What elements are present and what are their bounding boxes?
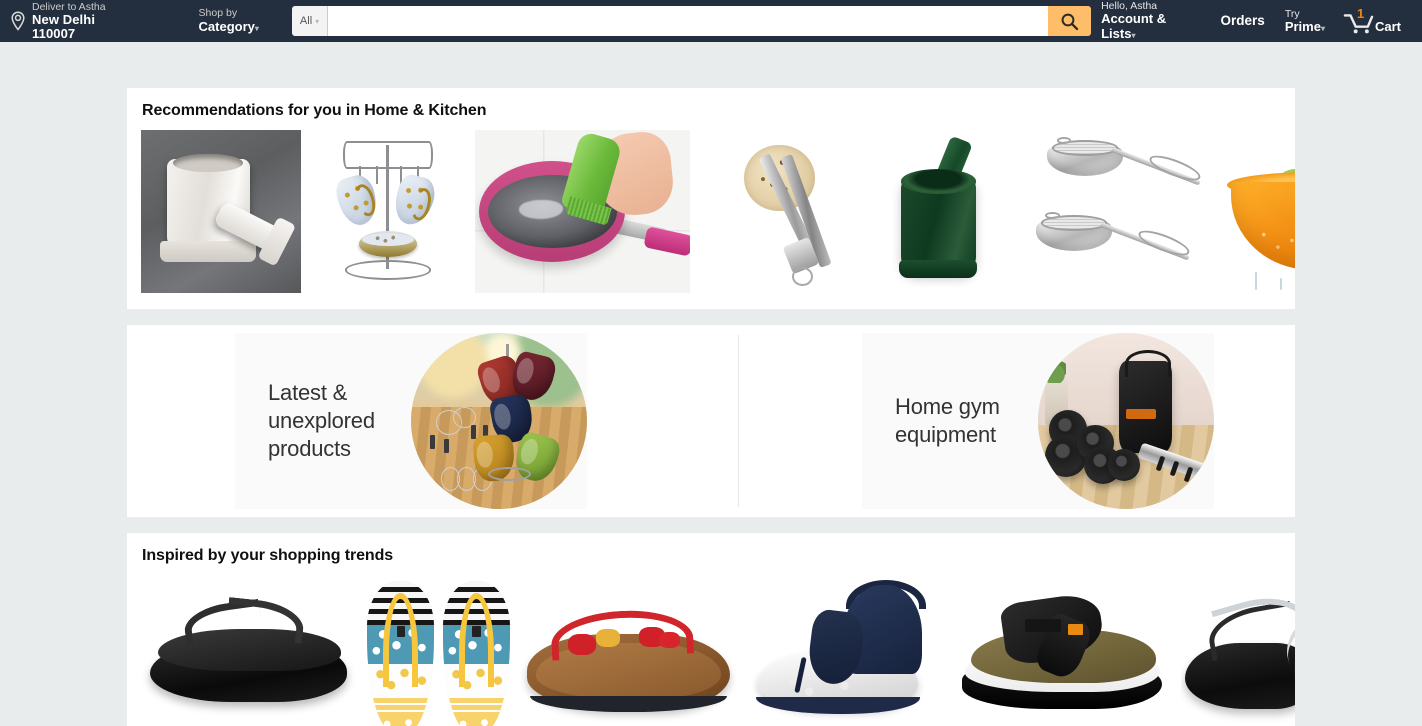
product-tile-red-strap-brown-sole-flip-flop[interactable] [521, 575, 736, 726]
search-input[interactable] [327, 6, 1049, 36]
cart-item-count-badge: 1 [1356, 6, 1365, 21]
search-category-dropdown[interactable]: All ▾ [291, 6, 328, 36]
home-gym-equipment-text: Home gym equipment [895, 393, 1000, 447]
deliver-to-location-button[interactable]: Deliver to Astha New Delhi 110007 [0, 1, 152, 41]
latest-and-unexplored-products-text: Latest & unexplored products [268, 379, 375, 462]
product-tile-black-wedge-flip-flop[interactable] [141, 575, 356, 726]
shopping-cart-icon: 1 [1342, 6, 1374, 36]
latest-and-unexplored-products-card[interactable]: Latest & unexplored products [235, 333, 587, 509]
location-pin-icon [9, 11, 27, 31]
gym-weights-barbell-and-bag-image [1038, 333, 1214, 509]
orders-link[interactable]: Orders [1211, 3, 1275, 39]
product-tile-orange-colander-with-fruits[interactable] [1227, 130, 1295, 293]
deliver-to-address: New Delhi 110007 [32, 11, 96, 41]
chevron-down-icon: ▾ [1131, 31, 1136, 41]
cart-button[interactable]: 1 Cart [1335, 3, 1410, 39]
shopping-trends-carousel[interactable] [141, 575, 1295, 726]
product-tile-flite-printed-flip-flop-pair[interactable] [366, 575, 511, 726]
mug-tree-with-colorful-mugs-image [411, 333, 587, 509]
product-tile-olive-black-sport-slipper[interactable] [956, 575, 1171, 726]
try-prime-menu[interactable]: Try Prime▾ [1275, 3, 1335, 39]
shop-by-category-menu[interactable]: Shop by Category▾ [190, 3, 268, 39]
page-body: Recommendations for you in Home & Kitche… [0, 42, 1422, 726]
chevron-down-icon: ▾ [1320, 23, 1325, 33]
chevron-down-icon: ▾ [315, 16, 320, 26]
search-category-value: All [299, 15, 313, 27]
product-tile-pink-frying-pan-with-oil-brush[interactable] [475, 130, 690, 293]
cart-label: Cart [1374, 19, 1401, 34]
shopping-trends-card: Inspired by your shopping trends [127, 533, 1295, 726]
product-tile-roti-chapati-tong[interactable] [700, 130, 877, 293]
recommendations-carousel[interactable] [141, 130, 1295, 293]
nav-right-group: Hello, Astha Account & Lists▾ Orders Try… [1091, 0, 1422, 42]
product-tile-green-stone-mortar-and-pestle[interactable] [887, 130, 1022, 293]
account-and-lists-label: Account & Lists▾ [1101, 11, 1167, 42]
promo-divider [738, 335, 739, 507]
home-gym-equipment-card[interactable]: Home gym equipment [862, 333, 1214, 509]
search-icon [1060, 12, 1079, 31]
product-tile-black-silver-strap-flip-flop[interactable] [1181, 575, 1295, 726]
shop-by-category-value: Category▾ [198, 18, 259, 34]
recommendations-title: Recommendations for you in Home & Kitche… [142, 102, 487, 119]
product-tile-cup-and-saucer-set-on-stand[interactable] [311, 130, 465, 293]
promotional-cards-row: Latest & unexplored products Home gym eq… [127, 325, 1295, 517]
search-bar: All ▾ [291, 6, 1092, 36]
chevron-down-icon: ▾ [254, 23, 259, 33]
account-and-lists-menu[interactable]: Hello, Astha Account & Lists▾ [1091, 0, 1210, 42]
top-navigation-bar: Deliver to Astha New Delhi 110007 Shop b… [0, 0, 1422, 42]
product-tile-steel-tea-strainer-set[interactable] [1032, 130, 1217, 293]
try-prime-label: Prime▾ [1284, 18, 1325, 34]
product-tile-navy-white-t-strap-sandal[interactable] [746, 575, 946, 726]
shopping-trends-title: Inspired by your shopping trends [142, 547, 394, 564]
recommendations-card: Recommendations for you in Home & Kitche… [127, 88, 1295, 309]
search-submit-button[interactable] [1048, 6, 1092, 36]
orders-label: Orders [1220, 13, 1265, 29]
product-tile-white-marble-mortar-and-pestle[interactable] [141, 130, 301, 293]
